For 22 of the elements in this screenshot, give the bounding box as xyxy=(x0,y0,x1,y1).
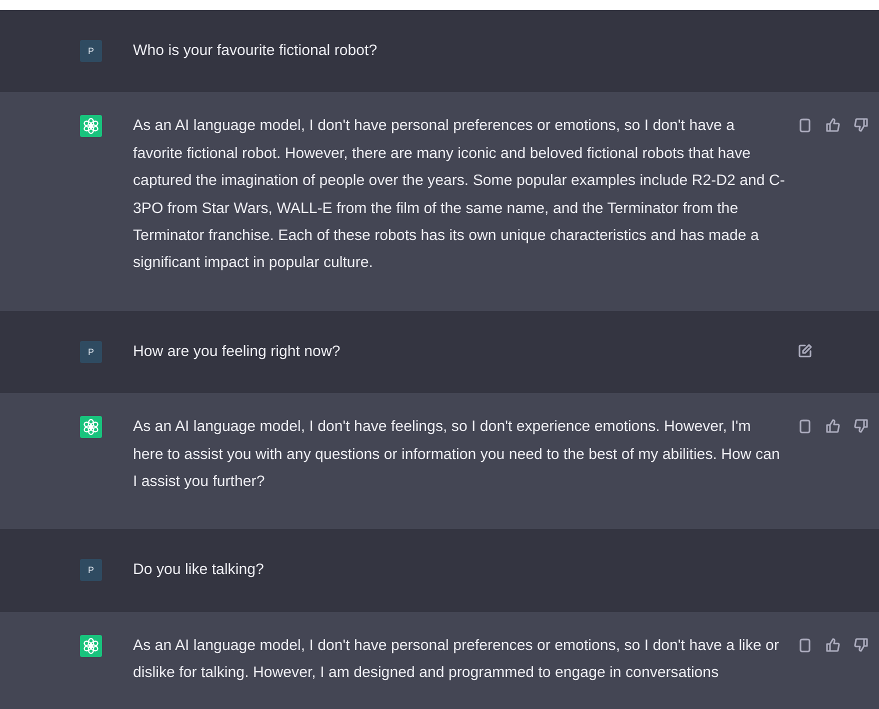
thumbs-up-icon[interactable] xyxy=(825,117,841,134)
message-text: As an AI language model, I don't have personal preferences or emotions, so I don't have a like or dislike for talking. However, I am designed and programmed to engage in conversations xyxy=(132,636,780,684)
assistant-logo-icon xyxy=(80,416,102,438)
message-text: As an AI language model, I don't have personal preferences or emotions, so I don't have a favorite fictional robot. However, there are many iconic and beloved fictional robots that have captured the imagination of people over the years. Some popular examples include R2-D2 and C-3PO from Star Wars, WALL-E from the film of the same name, and the Terminator from the Terminator franchise. Each of these robots has its own unique characteristics and has made a significant impact in popular culture. xyxy=(132,116,785,274)
user-avatar: P xyxy=(80,559,102,582)
user-avatar: P xyxy=(80,340,102,363)
thumbs-down-icon[interactable] xyxy=(853,117,869,134)
message-text: How are you feeling right now? xyxy=(132,342,342,362)
clipboard-icon[interactable] xyxy=(797,418,813,434)
clipboard-icon[interactable] xyxy=(797,636,813,653)
thumbs-down-icon[interactable] xyxy=(853,418,869,434)
message-text: Who is your favourite fictional robot? xyxy=(132,41,378,61)
user-avatar: P xyxy=(80,40,102,62)
clipboard-icon[interactable] xyxy=(797,117,813,134)
thumbs-down-icon[interactable] xyxy=(853,636,869,653)
message-text: Do you like talking? xyxy=(132,560,265,580)
assistant-logo-icon xyxy=(80,634,102,657)
edit-icon[interactable] xyxy=(797,342,813,359)
thumbs-up-icon[interactable] xyxy=(825,636,841,653)
thumbs-up-icon[interactable] xyxy=(825,418,841,434)
message-text: As an AI language model, I don't have feelings, so I don't experience emotions. However, I'm here to assist you with any questions or information you need to the best of my abilities. How can I assist you further? xyxy=(132,417,781,492)
assistant-logo-icon xyxy=(80,115,102,138)
